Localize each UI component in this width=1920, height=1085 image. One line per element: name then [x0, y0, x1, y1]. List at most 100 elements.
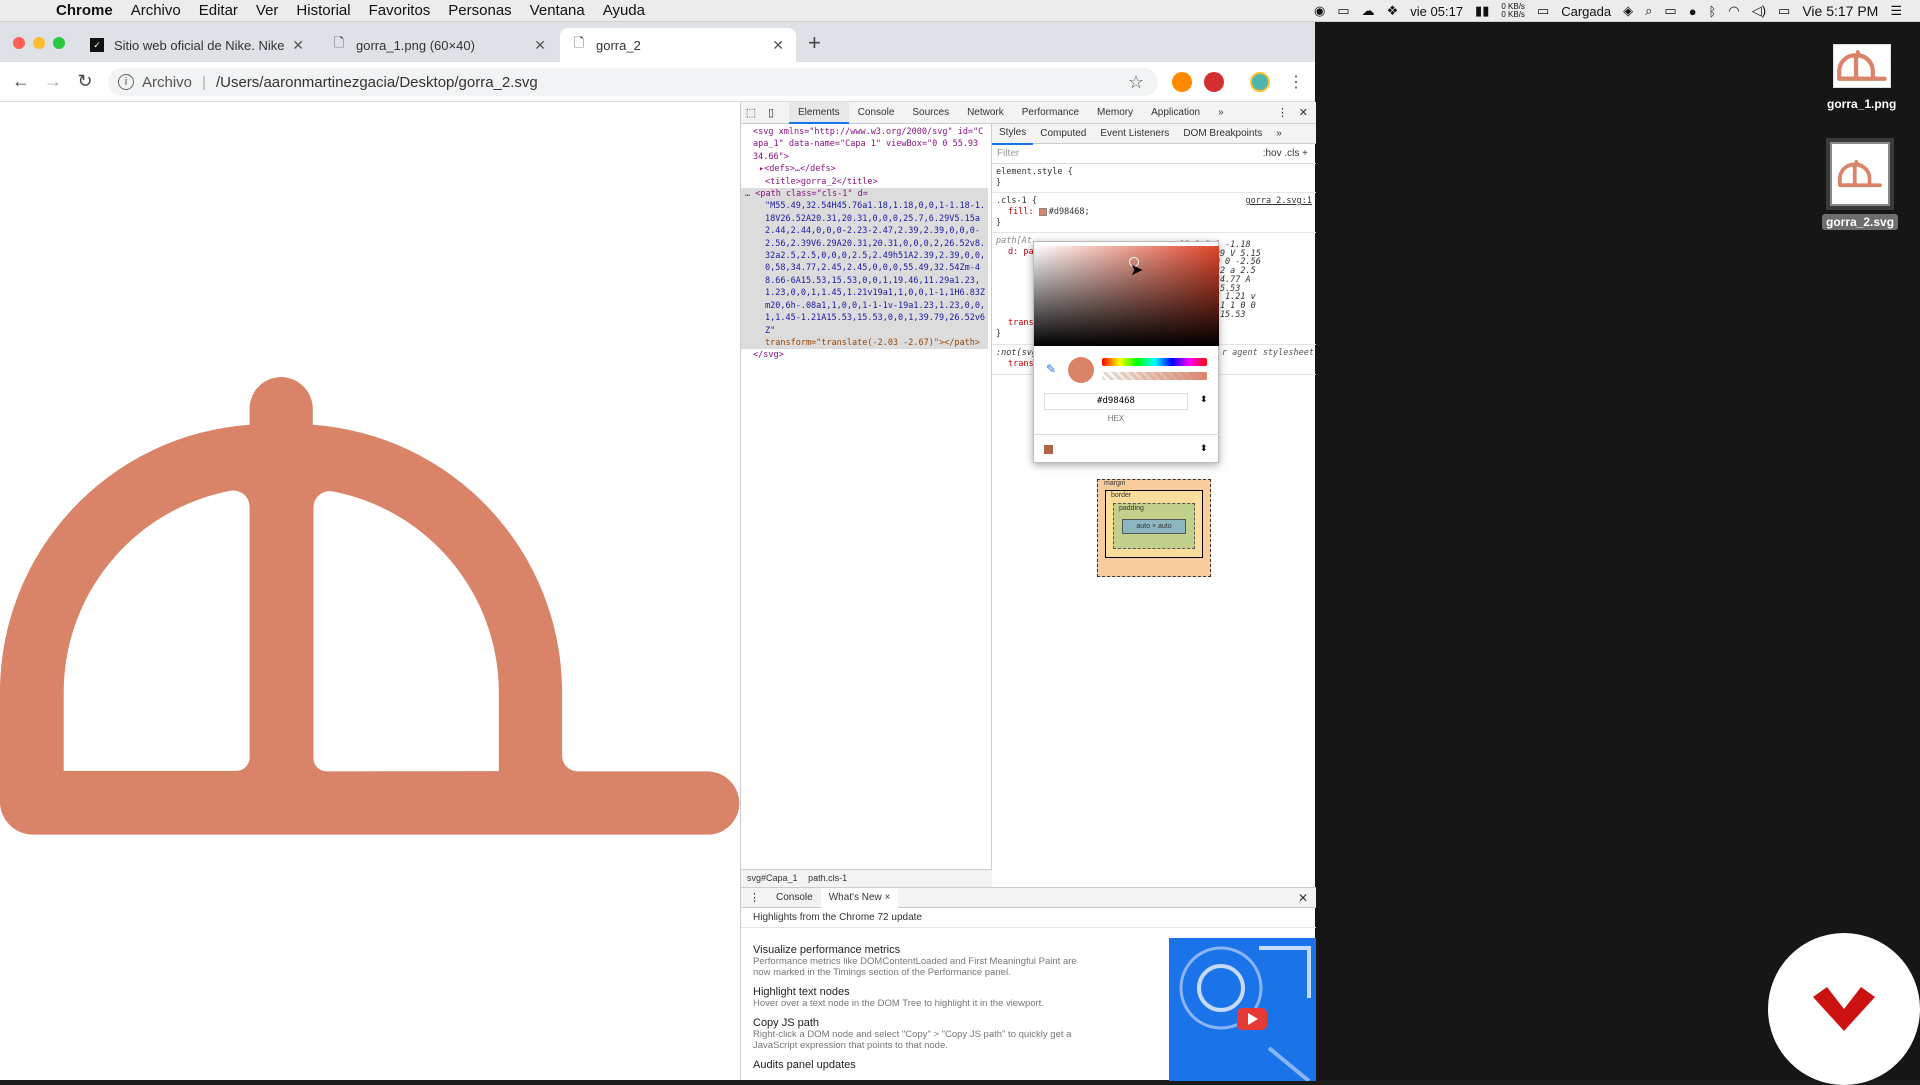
tab-performance[interactable]: Performance — [1013, 102, 1088, 124]
address-bar[interactable]: i Archivo | /Users/aaronmartinezgacia/De… — [108, 68, 1158, 96]
zoom-window-button[interactable] — [53, 37, 65, 49]
news-item-title[interactable]: Visualize performance metrics — [753, 944, 1083, 956]
breadcrumb-path[interactable]: path.cls-1 — [808, 873, 847, 883]
more-styles-tabs[interactable]: » — [1269, 124, 1289, 144]
extension-fire-icon[interactable] — [1172, 72, 1192, 92]
drawer-menu-icon[interactable]: ⋮ — [741, 891, 768, 904]
news-item-title[interactable]: Highlight text nodes — [753, 986, 1083, 998]
wifi-icon[interactable]: ◠ — [1728, 3, 1739, 19]
address-url[interactable]: /Users/aaronmartinezgacia/Desktop/gorra_… — [216, 74, 538, 91]
notification-center-icon[interactable]: ☰ — [1890, 3, 1902, 19]
close-devtools-icon[interactable]: ✕ — [1299, 106, 1308, 119]
volume-icon[interactable]: ◁) — [1752, 3, 1766, 19]
filter-placeholder: Filter — [997, 148, 1020, 159]
desktop-file-gorra-2[interactable]: gorra_2.svg — [1822, 142, 1899, 230]
back-icon[interactable]: ← — [8, 71, 34, 92]
tab-gorra-1[interactable]: 🗋 gorra_1.png (60×40) ✕ — [320, 28, 558, 62]
minimize-window-button[interactable] — [33, 37, 45, 49]
palette-swatch[interactable] — [1044, 445, 1053, 454]
styles-filter[interactable]: Filter :hov .cls + — [992, 144, 1316, 164]
bluetooth-icon[interactable]: ᛒ — [1709, 4, 1717, 19]
new-tab-icon[interactable]: + — [808, 30, 821, 56]
more-tabs-button[interactable]: » — [1209, 102, 1233, 124]
format-toggle-icon[interactable]: ⬍ — [1200, 394, 1208, 405]
dom-node-title[interactable]: <title>gorra_2</title> — [745, 176, 988, 188]
cls-1-rule: gorra_2.svg:1 .cls-1 { fill: #d98468; } — [992, 193, 1316, 233]
close-drawer-icon[interactable]: ✕ — [1298, 891, 1308, 905]
menu-favoritos[interactable]: Favoritos — [369, 2, 431, 19]
close-tab-icon[interactable]: ✕ — [772, 37, 784, 54]
menu-ayuda[interactable]: Ayuda — [603, 2, 645, 19]
element-style-selector: element.style { — [996, 167, 1073, 177]
creative-cloud-icon[interactable]: ☁ — [1362, 3, 1375, 19]
menu-archivo[interactable]: Archivo — [131, 2, 181, 19]
spotlight-icon[interactable]: ⌕ — [1645, 3, 1652, 19]
tab-memory[interactable]: Memory — [1088, 102, 1142, 124]
reload-icon[interactable]: ↻ — [72, 71, 98, 92]
alpha-slider[interactable] — [1102, 372, 1207, 380]
news-item-desc: Performance metrics like DOMContentLoade… — [753, 956, 1077, 978]
info-icon[interactable]: i — [118, 74, 134, 90]
drawer-tab-whats-new[interactable]: What's New × — [820, 887, 899, 908]
color-spectrum[interactable] — [1034, 246, 1219, 346]
news-item-title[interactable]: Audits panel updates — [753, 1059, 1083, 1071]
battery-menu-icon[interactable]: ▭ — [1778, 3, 1790, 19]
cap-path — [0, 377, 740, 835]
dom-node-path-selected[interactable]: … <path class="cls-1" d= "M55.49,32.54H4… — [741, 188, 988, 350]
tab-application[interactable]: Application — [1142, 102, 1209, 124]
menu-editar[interactable]: Editar — [199, 2, 238, 19]
hex-input[interactable]: #d98468 — [1044, 393, 1188, 410]
breadcrumb: svg#Capa_1 path.cls-1 — [741, 869, 992, 887]
menu-app-name[interactable]: Chrome — [56, 2, 113, 19]
tab-nike[interactable]: ✓ Sitio web oficial de Nike. Nike.com ✕ — [78, 28, 316, 62]
screen-icon[interactable]: ▭ — [1337, 3, 1349, 19]
news-item-title[interactable]: Copy JS path — [753, 1017, 1083, 1029]
airplay-icon[interactable]: ▭ — [1664, 3, 1676, 19]
close-tab-icon[interactable]: ✕ — [534, 37, 546, 54]
menu-datetime[interactable]: Vie 5:17 PM — [1802, 3, 1878, 19]
siri-icon[interactable]: ● — [1689, 4, 1697, 19]
dom-node-defs[interactable]: ▸<defs>…</defs> — [745, 163, 988, 175]
whats-new-video-thumbnail[interactable] — [1169, 938, 1316, 1081]
eyedropper-icon[interactable]: ✎ — [1046, 362, 1056, 376]
palette-toggle-icon[interactable]: ⬍ — [1200, 443, 1208, 454]
bookmark-star-icon[interactable]: ☆ — [1128, 72, 1144, 93]
rule-source-link[interactable]: gorra_2.svg:1 — [1245, 196, 1312, 207]
extension-eab-icon[interactable] — [1204, 72, 1224, 92]
filter-buttons[interactable]: :hov .cls + — [1263, 148, 1308, 159]
inspect-element-icon[interactable]: ⬚ — [741, 106, 761, 119]
menu-ventana[interactable]: Ventana — [530, 2, 585, 19]
nvidia-icon[interactable]: ◈ — [1623, 3, 1633, 19]
record-icon[interactable]: ◉ — [1314, 3, 1325, 19]
profile-avatar[interactable] — [1250, 72, 1270, 92]
box-padding-label: padding — [1119, 505, 1144, 512]
device-toolbar-icon[interactable]: ▯ — [761, 106, 781, 119]
desktop-file-gorra-1[interactable]: gorra_1.png — [1823, 44, 1900, 112]
more-menu-icon[interactable]: ⋮ — [1288, 72, 1304, 92]
tab-sources[interactable]: Sources — [903, 102, 958, 124]
hue-slider[interactable] — [1102, 358, 1207, 366]
tab-elements[interactable]: Elements — [789, 101, 849, 124]
tab-event-listeners[interactable]: Event Listeners — [1093, 124, 1176, 144]
color-swatch-icon[interactable] — [1038, 207, 1047, 216]
tab-gorra-2[interactable]: 🗋 gorra_2 ✕ — [560, 28, 796, 62]
close-window-button[interactable] — [13, 37, 25, 49]
menu-historial[interactable]: Historial — [296, 2, 350, 19]
breadcrumb-svg[interactable]: svg#Capa_1 — [747, 873, 798, 883]
forward-icon[interactable]: → — [40, 71, 66, 92]
menu-personas[interactable]: Personas — [448, 2, 511, 19]
drawer-tab-console[interactable]: Console — [768, 892, 821, 903]
devtools-menu-icon[interactable]: ⋮ — [1277, 106, 1288, 119]
battery-icon[interactable]: ▭ — [1537, 3, 1549, 19]
tab-computed[interactable]: Computed — [1033, 124, 1093, 144]
fill-value[interactable]: #d98468; — [1049, 207, 1090, 217]
close-tab-icon[interactable]: ✕ — [292, 37, 304, 54]
tab-network[interactable]: Network — [958, 102, 1013, 124]
tab-console[interactable]: Console — [849, 102, 904, 124]
tab-styles[interactable]: Styles — [992, 124, 1034, 145]
dropbox-icon[interactable]: ❖ — [1387, 3, 1399, 19]
fill-declaration[interactable]: fill: #d98468; — [996, 207, 1312, 218]
menu-ver[interactable]: Ver — [256, 2, 279, 19]
tab-dom-breakpoints[interactable]: DOM Breakpoints — [1176, 124, 1269, 144]
dom-node-svg[interactable]: <svg xmlns="http://www.w3.org/2000/svg" … — [745, 126, 988, 163]
